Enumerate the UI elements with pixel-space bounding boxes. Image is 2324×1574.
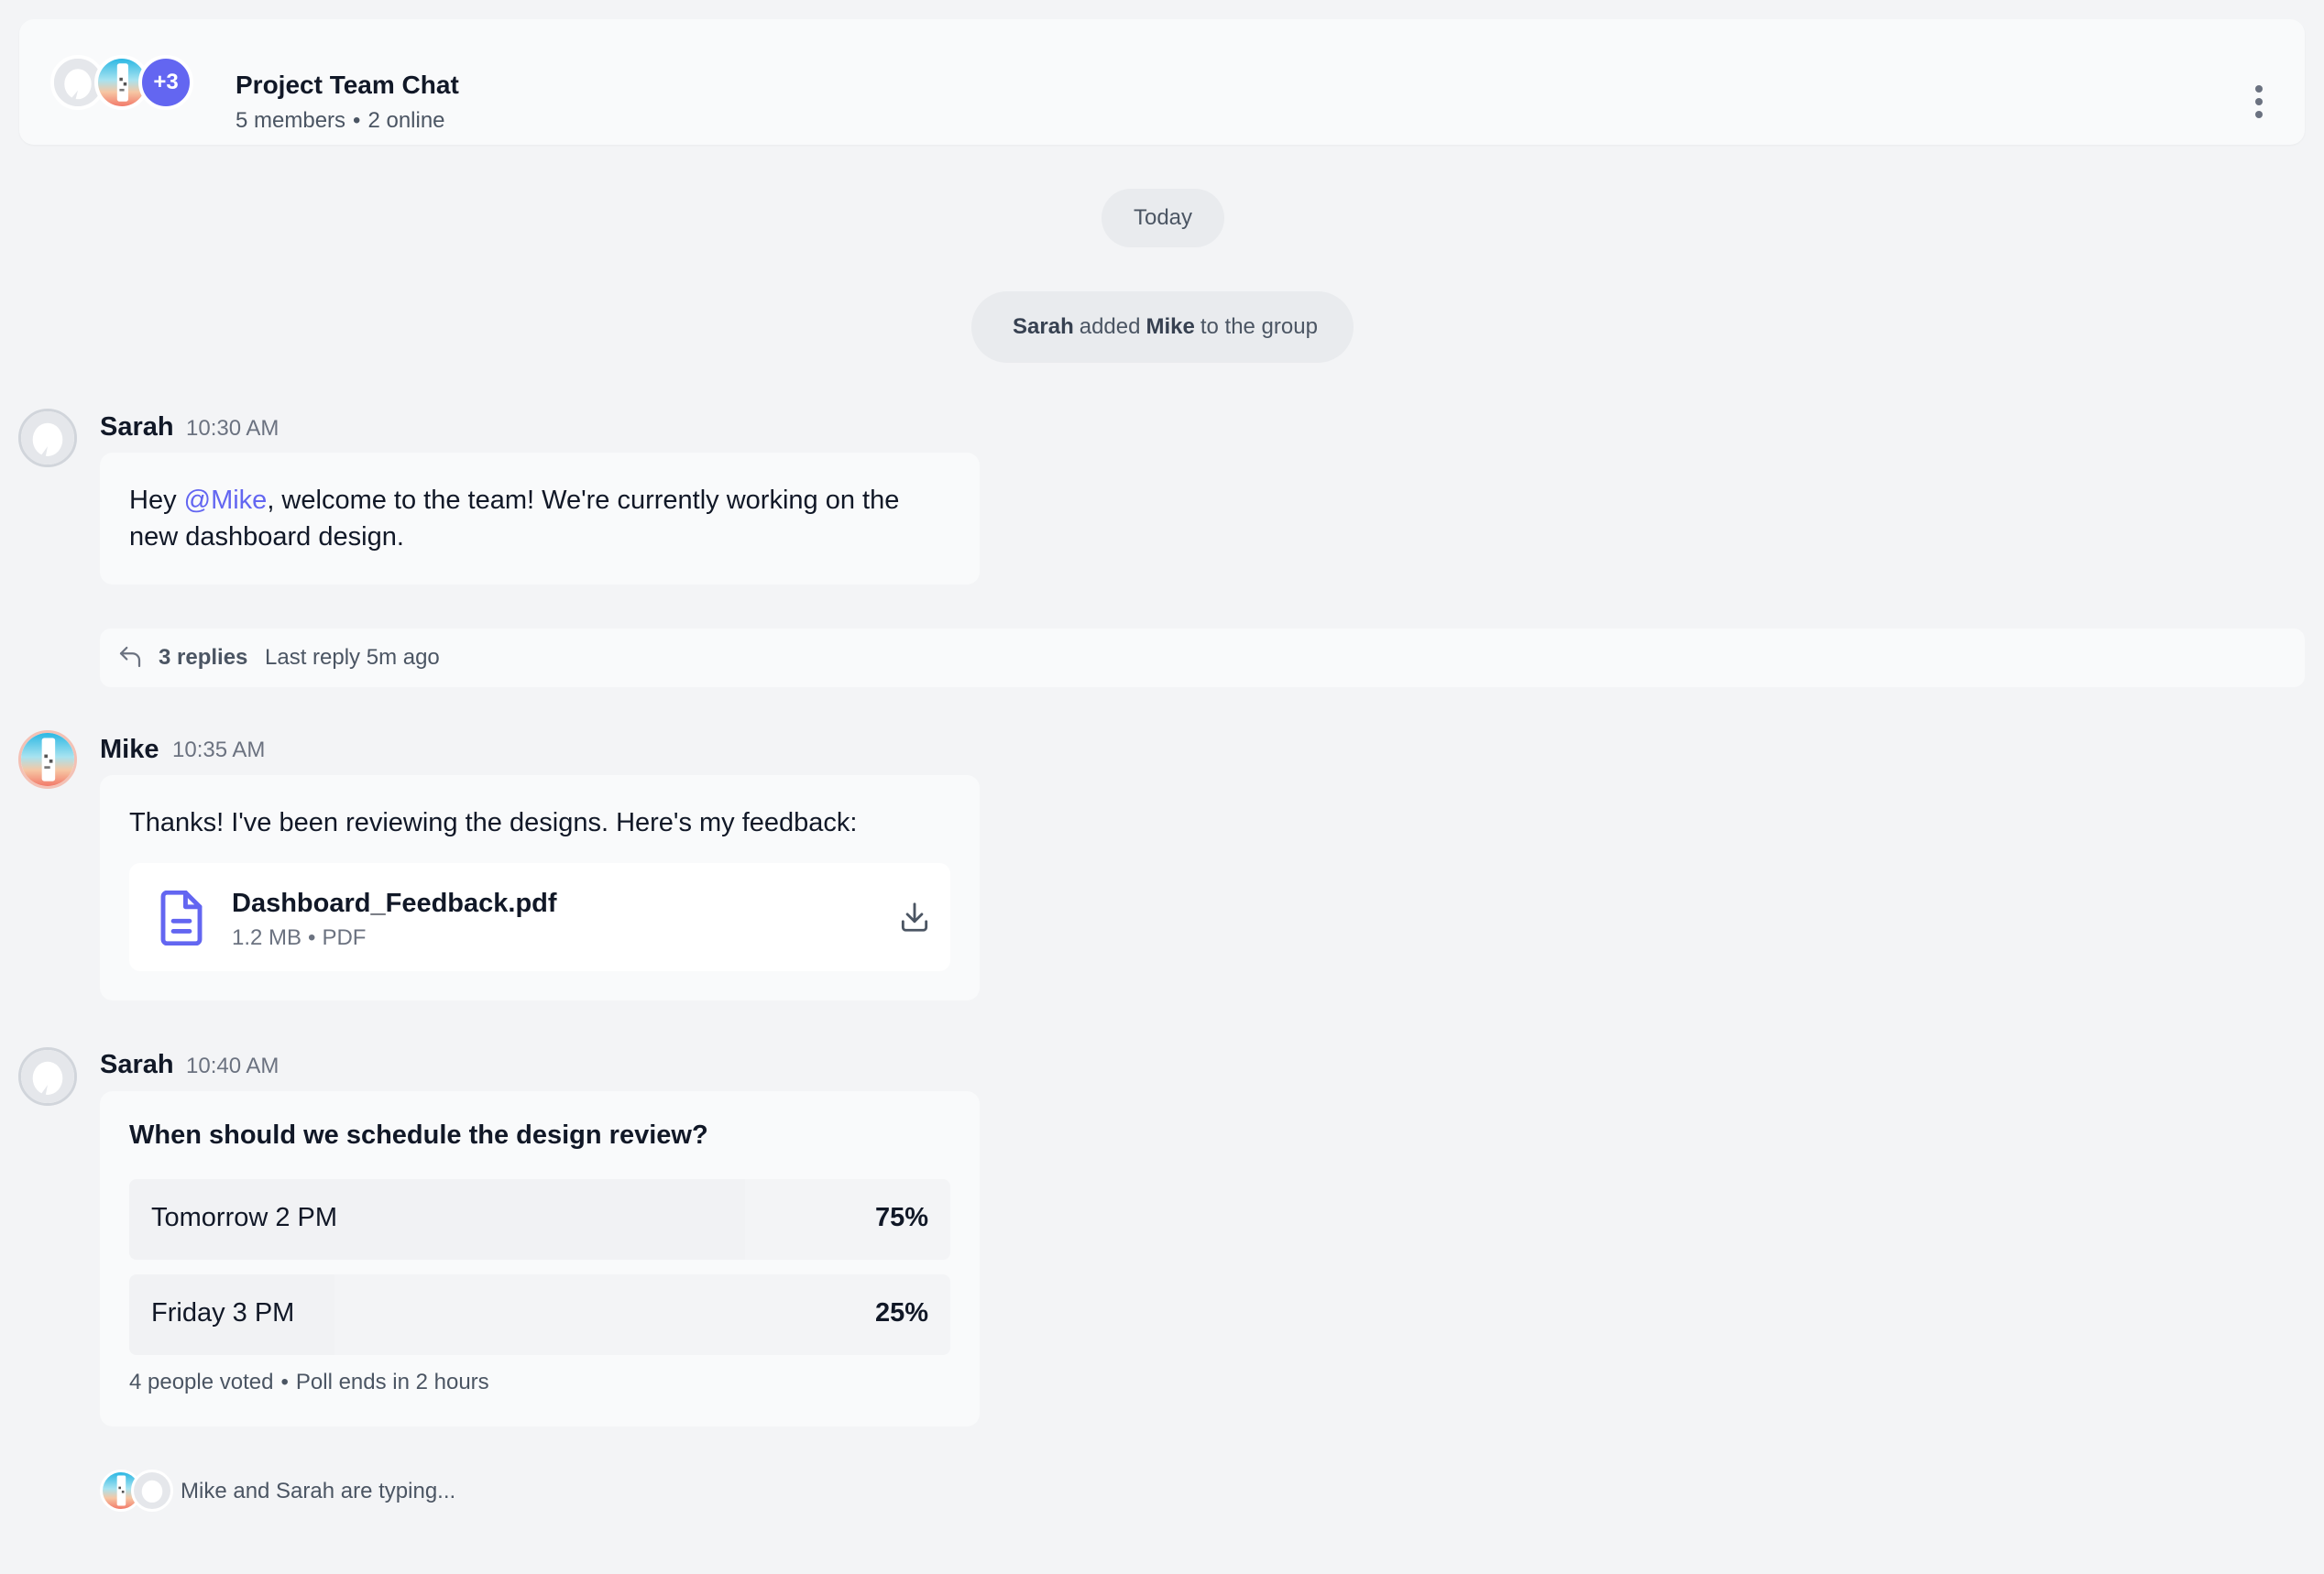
poll-card: When should we schedule the design revie… (100, 1091, 980, 1426)
chat-header: +3 Project Team Chat 5 members • 2 online (19, 19, 2305, 145)
sender-name: Sarah (100, 1050, 174, 1079)
avatar[interactable] (18, 730, 77, 789)
member-avatars[interactable]: +3 (50, 55, 215, 110)
download-icon[interactable] (897, 900, 932, 935)
sender-name: Mike (100, 735, 159, 764)
file-name: Dashboard_Feedback.pdf (232, 889, 557, 918)
document-icon (157, 891, 206, 945)
poll-option-label: Friday 3 PM (151, 1298, 295, 1328)
more-members-badge[interactable]: +3 (138, 55, 193, 110)
poll-option-percent: 75% (874, 1203, 928, 1232)
poll-option[interactable]: Friday 3 PM 25% (129, 1274, 950, 1355)
avatar[interactable] (18, 409, 77, 467)
system-action: added (1079, 314, 1141, 339)
system-message: Sarah added Mike to the group (971, 291, 1354, 363)
date-divider: Today (1102, 189, 1224, 247)
system-actor: Sarah (1013, 314, 1074, 339)
chat-title: Project Team Chat (236, 71, 459, 99)
member-count: 5 members (236, 108, 346, 133)
poll-option[interactable]: Tomorrow 2 PM 75% (129, 1179, 950, 1260)
message-time: 10:40 AM (186, 1054, 280, 1078)
poll-question: When should we schedule the design revie… (129, 1120, 708, 1150)
message-text: Hey @Mike, welcome to the team! We're cu… (129, 486, 900, 552)
typing-text: Mike and Sarah are typing... (181, 1479, 456, 1503)
poll-option-label: Tomorrow 2 PM (151, 1203, 338, 1232)
sender-name: Sarah (100, 412, 174, 442)
online-count: 2 online (367, 108, 445, 133)
avatar (131, 1470, 173, 1512)
poll-deadline: Poll ends in 2 hours (295, 1370, 489, 1394)
reply-icon (116, 643, 144, 671)
system-target: Mike (1146, 314, 1195, 339)
system-suffix: to the group (1200, 314, 1318, 339)
avatar[interactable] (18, 1047, 77, 1106)
thread-replies-link[interactable]: 3 replies Last reply 5m ago (100, 629, 2305, 687)
more-options-icon[interactable] (2241, 83, 2277, 120)
message-time: 10:35 AM (172, 738, 266, 762)
message-bubble: Hey @Mike, welcome to the team! We're cu… (100, 453, 980, 585)
file-meta: 1.2 MB • PDF (232, 925, 367, 950)
message-time: 10:30 AM (186, 416, 280, 441)
last-reply-time: Last reply 5m ago (265, 645, 440, 670)
separator-dot: • (353, 108, 361, 133)
poll-footer: 4 people voted • Poll ends in 2 hours (129, 1370, 489, 1394)
file-attachment[interactable]: Dashboard_Feedback.pdf 1.2 MB • PDF (129, 863, 950, 971)
message-bubble: Thanks! I've been reviewing the designs.… (100, 775, 980, 1000)
reply-count: 3 replies (159, 645, 248, 670)
poll-votes: 4 people voted (129, 1370, 274, 1394)
message-text: Thanks! I've been reviewing the designs.… (129, 808, 858, 837)
poll-option-percent: 25% (874, 1298, 928, 1328)
chat-subtitle: 5 members • 2 online (236, 108, 445, 134)
mention-link[interactable]: @Mike (184, 486, 268, 515)
